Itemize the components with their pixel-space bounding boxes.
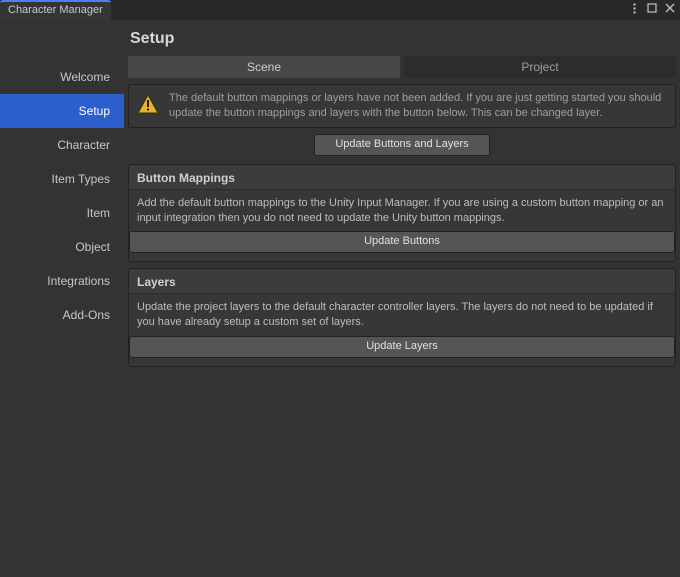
- button-label: Update Layers: [366, 340, 438, 352]
- sidebar-item-label: Integrations: [47, 274, 110, 288]
- subtab-scene[interactable]: Scene: [128, 56, 400, 78]
- button-label: Update Buttons: [364, 235, 440, 247]
- warning-text: The default button mappings or layers ha…: [169, 91, 667, 121]
- window-tab-character-manager[interactable]: Character Manager: [0, 0, 111, 20]
- update-layers-button[interactable]: Update Layers: [129, 336, 675, 358]
- window-tab-label: Character Manager: [8, 4, 103, 16]
- body: Welcome Setup Character Item Types Item …: [0, 20, 680, 577]
- sidebar-item-label: Character: [57, 138, 110, 152]
- window: Character Manager Welcome Setup Characte…: [0, 0, 680, 577]
- page-title: Setup: [128, 24, 676, 56]
- sidebar-item-object[interactable]: Object: [0, 230, 124, 264]
- warning-icon: [137, 93, 159, 115]
- sidebar-item-label: Object: [75, 240, 110, 254]
- empty-area: [128, 367, 676, 577]
- section-title: Button Mappings: [129, 165, 675, 190]
- sidebar-item-setup[interactable]: Setup: [0, 94, 124, 128]
- sidebar-item-item-types[interactable]: Item Types: [0, 162, 124, 196]
- sidebar-item-label: Setup: [79, 104, 110, 118]
- sidebar-item-character[interactable]: Character: [0, 128, 124, 162]
- update-buttons-button[interactable]: Update Buttons: [129, 231, 675, 253]
- subtab-project[interactable]: Project: [404, 56, 676, 78]
- main: Setup Scene Project The default bu: [124, 20, 680, 577]
- sidebar-item-label: Item Types: [52, 172, 110, 186]
- maximize-icon[interactable]: [646, 2, 658, 14]
- section-title: Layers: [129, 269, 675, 294]
- sidebar-item-label: Add-Ons: [63, 308, 110, 322]
- subtabs: Scene Project: [128, 56, 676, 78]
- sidebar-item-label: Welcome: [60, 70, 110, 84]
- window-tabbar: Character Manager: [0, 0, 680, 20]
- warning-box: The default button mappings or layers ha…: [128, 84, 676, 128]
- window-controls: [628, 2, 676, 14]
- sidebar-item-integrations[interactable]: Integrations: [0, 264, 124, 298]
- sidebar-item-label: Item: [87, 206, 110, 220]
- close-icon[interactable]: [664, 2, 676, 14]
- button-label: Update Buttons and Layers: [335, 138, 468, 150]
- sidebar-item-add-ons[interactable]: Add-Ons: [0, 298, 124, 332]
- section-layers: Layers Update the project layers to the …: [128, 268, 676, 367]
- sidebar: Welcome Setup Character Item Types Item …: [0, 20, 124, 577]
- update-buttons-and-layers-button[interactable]: Update Buttons and Layers: [314, 134, 490, 156]
- section-body: Add the default button mappings to the U…: [129, 190, 675, 230]
- subtab-label: Project: [521, 60, 558, 74]
- sidebar-item-item[interactable]: Item: [0, 196, 124, 230]
- sidebar-item-welcome[interactable]: Welcome: [0, 60, 124, 94]
- section-button-mappings: Button Mappings Add the default button m…: [128, 164, 676, 263]
- subtab-label: Scene: [247, 60, 281, 74]
- section-body: Update the project layers to the default…: [129, 294, 675, 334]
- kebab-icon[interactable]: [628, 2, 640, 14]
